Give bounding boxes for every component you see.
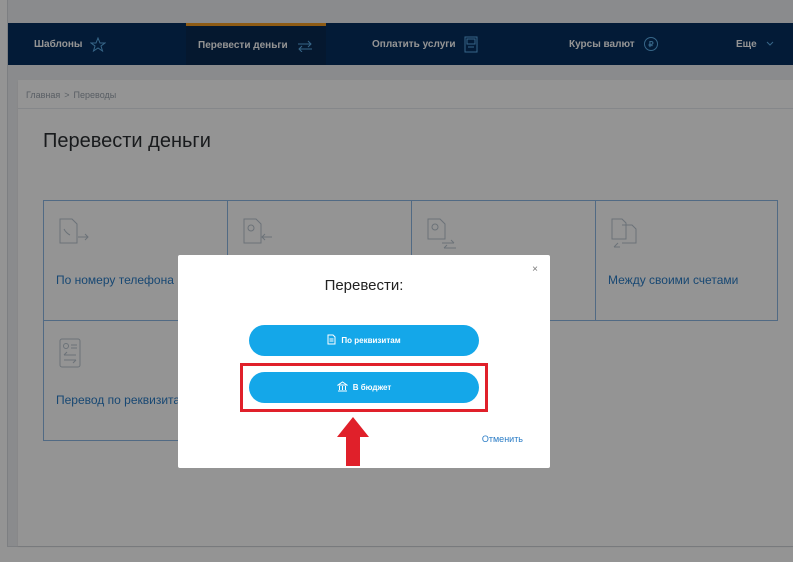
button-label: По реквизитам [341,336,401,345]
close-icon[interactable]: × [532,264,538,275]
red-arrow-icon [337,417,369,466]
highlight-box [240,363,488,412]
document-icon [327,334,336,347]
by-requisites-button[interactable]: По реквизитам [249,325,479,356]
cancel-link[interactable]: Отменить [482,434,523,444]
modal-title: Перевести: [324,277,404,294]
